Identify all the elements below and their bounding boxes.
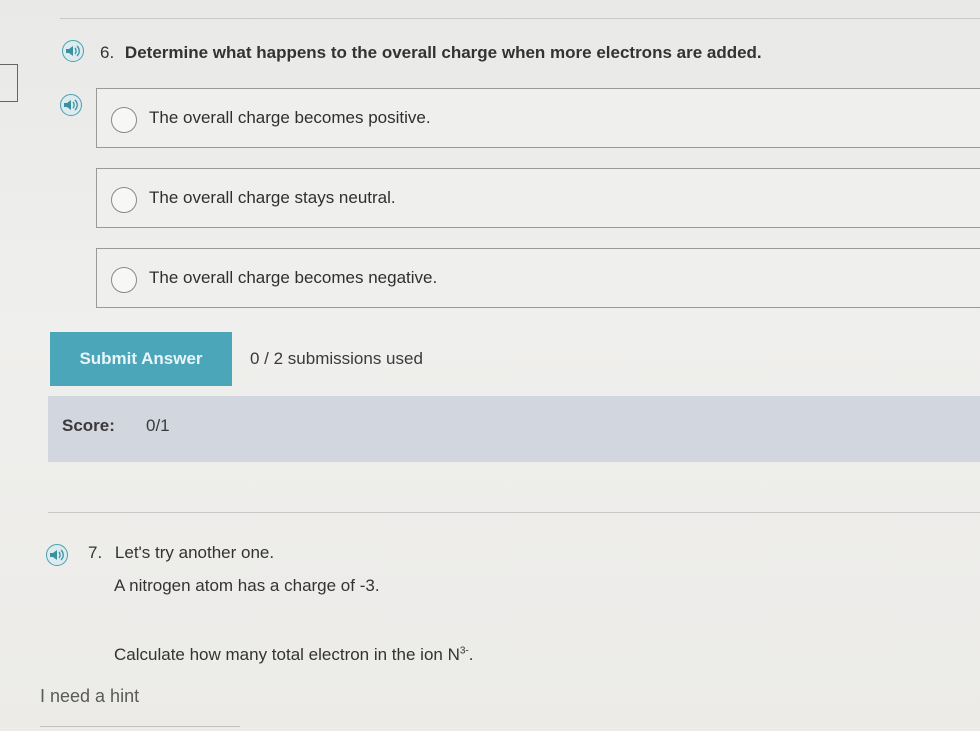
radio-circle-icon[interactable] [111, 187, 137, 213]
answer-option-positive[interactable]: The overall charge becomes positive. [96, 88, 980, 148]
hint-underline [40, 726, 240, 727]
question-7-intro: 7. Let's try another one. [88, 543, 274, 563]
question-6-number: 6. [100, 43, 115, 62]
question-7-prompt-text: Calculate how many total electron in the… [114, 645, 460, 664]
ion-charge-superscript: 3- [459, 645, 469, 657]
answer-option-neutral[interactable]: The overall charge stays neutral. [96, 168, 980, 228]
options-speaker-icon[interactable] [60, 94, 82, 116]
submit-answer-button[interactable]: Submit Answer [50, 332, 232, 386]
question-6-text: 6. Determine what happens to the overall… [100, 43, 762, 63]
question-7-statement: A nitrogen atom has a charge of -3. [114, 576, 380, 595]
submissions-used-text: 0 / 2 submissions used [250, 349, 423, 368]
answer-option-label: The overall charge becomes positive. [149, 108, 431, 127]
top-divider [60, 18, 980, 19]
radio-circle-icon[interactable] [111, 267, 137, 293]
score-label: Score: [62, 416, 115, 435]
question-6-prompt: Determine what happens to the overall ch… [124, 43, 762, 62]
page-edge-marker [0, 64, 18, 102]
answer-option-label: The overall charge becomes negative. [149, 268, 438, 287]
hint-link[interactable]: I need a hint [40, 686, 139, 707]
question-7-number: 7. [88, 543, 103, 562]
answer-option-negative[interactable]: The overall charge becomes negative. [96, 248, 980, 308]
question-7-prompt-end: . [468, 645, 474, 664]
question-7-speaker-icon[interactable] [46, 544, 68, 566]
score-panel: Score: 0/1 [48, 396, 980, 462]
read-aloud-speaker-icon[interactable] [62, 40, 84, 62]
answer-option-label: The overall charge stays neutral. [149, 188, 396, 207]
question-7-prompt: Calculate how many total electron in the… [114, 645, 474, 665]
question-7-intro-text: Let's try another one. [114, 543, 275, 562]
score-value: 0/1 [146, 416, 170, 435]
middle-divider [48, 512, 980, 513]
radio-circle-icon[interactable] [111, 107, 137, 133]
